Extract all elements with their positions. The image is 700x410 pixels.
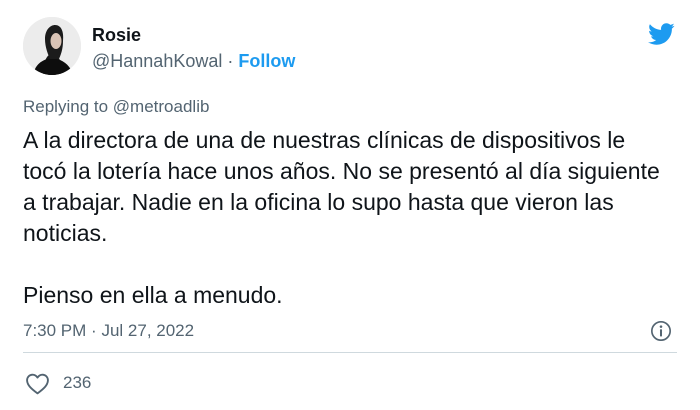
author-name[interactable]: Rosie	[92, 24, 141, 46]
tweet-text: A la directora de una de nuestras clínic…	[23, 125, 673, 311]
author-handle[interactable]: @HannahKowal	[92, 51, 222, 71]
replying-prefix: Replying to	[23, 97, 109, 116]
twitter-bird-icon[interactable]	[645, 20, 677, 48]
avatar-image	[23, 17, 81, 75]
reply-mention-link[interactable]: @metroadlib	[113, 97, 210, 116]
tweet-card: Rosie @HannahKowal · Follow Replying to @m…	[0, 0, 700, 410]
heart-icon[interactable]	[25, 372, 50, 395]
tweet-timestamp[interactable]: 7:30 PM · Jul 27, 2022	[23, 320, 194, 342]
timestamp-separator: ·	[91, 321, 97, 340]
info-icon[interactable]	[650, 320, 672, 342]
replying-to: Replying to @metroadlib	[23, 96, 209, 118]
tweet-date: Jul 27, 2022	[101, 321, 195, 340]
tweet-paragraph: Pienso en ella a menudo.	[23, 282, 283, 308]
author-handle-row: @HannahKowal · Follow	[92, 50, 295, 72]
avatar[interactable]	[23, 17, 81, 75]
tweet-paragraph: A la directora de una de nuestras clínic…	[23, 127, 660, 246]
follow-button[interactable]: Follow	[238, 51, 295, 71]
handle-separator: ·	[227, 51, 234, 71]
like-count: 236	[63, 373, 92, 392]
divider	[23, 352, 677, 353]
tweet-time: 7:30 PM	[23, 321, 87, 340]
